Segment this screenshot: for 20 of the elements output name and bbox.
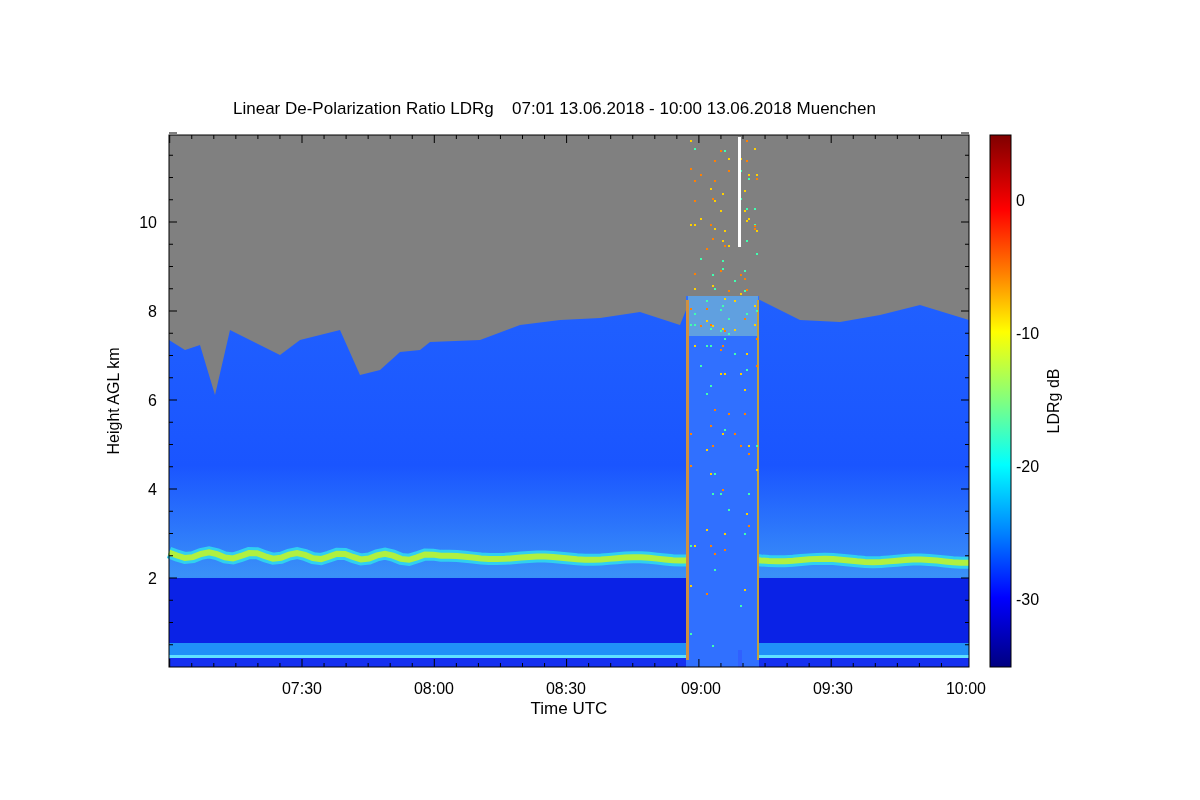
x-axis-label: Time UTC bbox=[530, 699, 608, 718]
colorbar-label: LDRg dB bbox=[1045, 368, 1062, 434]
colorbar-tick-label: -30 bbox=[1016, 591, 1040, 608]
x-tick-label: 10:00 bbox=[946, 680, 986, 697]
y-tick-label: 2 bbox=[148, 570, 157, 587]
y-tick-label: 4 bbox=[148, 481, 157, 498]
x-tick-label: 09:30 bbox=[813, 680, 853, 697]
x-tick-label: 09:00 bbox=[681, 680, 721, 697]
chart-title: Linear De-Polarization Ratio LDRg bbox=[233, 99, 494, 118]
y-axis-label: Height AGL km bbox=[105, 347, 122, 455]
chart-subtitle: 07:01 13.06.2018 - 10:00 13.06.2018 Muenchen bbox=[512, 99, 876, 118]
colorbar-tick-label: -10 bbox=[1016, 325, 1040, 342]
x-tick-label: 08:00 bbox=[414, 680, 454, 697]
colorbar-tick-label: 0 bbox=[1016, 192, 1025, 209]
y-tick-label: 8 bbox=[148, 303, 157, 320]
y-tick-label: 10 bbox=[139, 214, 157, 231]
x-tick-label: 08:30 bbox=[546, 680, 586, 697]
y-tick-label: 6 bbox=[148, 392, 157, 409]
colorbar-tick-label: -20 bbox=[1016, 458, 1040, 475]
x-tick-label: 07:30 bbox=[282, 680, 322, 697]
